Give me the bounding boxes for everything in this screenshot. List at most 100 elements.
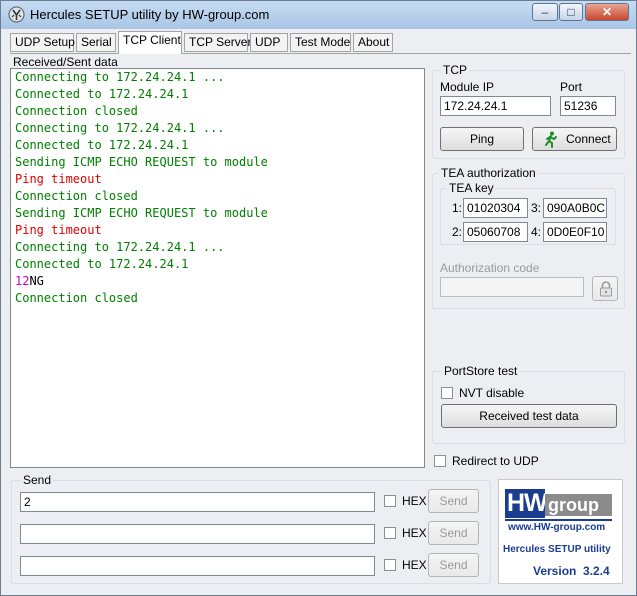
authorize-button[interactable] <box>592 276 618 301</box>
tab-tcp-client[interactable]: TCP Client <box>118 31 182 54</box>
log-line-text: 12 <box>15 274 30 288</box>
log-line: Connected to 172.24.24.1 <box>11 137 424 154</box>
log-line: Connection closed <box>11 188 424 205</box>
log-line-text: Connecting to 172.24.24.1 ... <box>15 240 225 254</box>
version-label: Version 3.2.4 <box>533 564 610 578</box>
module-ip-label: Module IP <box>440 80 495 94</box>
port-label: Port <box>560 80 583 94</box>
running-man-icon <box>545 131 557 148</box>
close-button[interactable]: ✕ <box>585 3 629 21</box>
log-line-text: Connected to 172.24.24.1 <box>15 138 189 152</box>
log-line: Connected to 172.24.24.1 <box>11 256 424 273</box>
tea-key-4-input[interactable]: 0D0E0F10 <box>543 222 607 242</box>
redirect-to-udp-checkbox[interactable] <box>434 455 446 467</box>
nvt-disable-checkbox[interactable] <box>441 387 453 399</box>
tab-test-mode[interactable]: Test Mode <box>290 33 351 52</box>
hex-checkbox-3[interactable] <box>384 559 396 571</box>
close-icon: ✕ <box>601 5 613 19</box>
tab-about[interactable]: About <box>353 33 393 52</box>
tab-panel-border <box>10 53 631 54</box>
tab-udp[interactable]: UDP <box>250 33 288 52</box>
app-window: Hercules SETUP utility by HW-group.com –… <box>0 0 637 596</box>
logo-hw-block: HW <box>505 489 548 518</box>
connect-label: Connect <box>566 132 611 146</box>
tab-serial[interactable]: Serial <box>76 33 116 52</box>
tea-key-2-input[interactable]: 05060708 <box>463 222 528 242</box>
tea-key-1-index: 1: <box>452 201 463 215</box>
log-line: Connecting to 172.24.24.1 ... <box>11 120 424 137</box>
padlock-icon <box>600 281 612 297</box>
connect-button[interactable]: Connect <box>532 127 617 151</box>
title-bar[interactable]: Hercules SETUP utility by HW-group.com –… <box>1 1 636 29</box>
log-line: Connecting to 172.24.24.1 ... <box>11 239 424 256</box>
tea-key-title: TEA key <box>447 181 496 195</box>
send-group-title: Send <box>21 473 54 487</box>
minimize-icon: – <box>541 5 549 19</box>
received-sent-log[interactable]: Connecting to 172.24.24.1 ... Connected t… <box>10 68 425 468</box>
logo-rule <box>505 519 612 521</box>
tea-group-title: TEA authorization <box>439 166 538 180</box>
log-line-text: Sending ICMP ECHO REQUEST to module <box>15 155 268 169</box>
log-line: Sending ICMP ECHO REQUEST to module <box>11 154 424 171</box>
tea-key-3-index: 3: <box>531 201 542 215</box>
send-button-3[interactable]: Send <box>428 553 479 577</box>
ping-button[interactable]: Ping <box>440 127 524 151</box>
send-input-1[interactable]: 2 <box>20 492 375 512</box>
log-line: Ping timeout <box>11 222 424 239</box>
log-line-text: Connected to 172.24.24.1 <box>15 257 189 271</box>
send-input-2[interactable] <box>20 524 375 544</box>
log-label: Received/Sent data <box>13 55 118 69</box>
tea-key-4-index: 4: <box>531 225 542 239</box>
log-lines: Connecting to 172.24.24.1 ... Connected t… <box>11 69 424 307</box>
log-line-text: Ping timeout <box>15 223 102 237</box>
log-line-text: Connecting to 172.24.24.1 ... <box>15 121 225 135</box>
log-line-text: Connection closed <box>15 104 138 118</box>
tcp-group-title: TCP <box>441 63 469 77</box>
hex-checkbox-2[interactable] <box>384 527 396 539</box>
hex-checkbox-1[interactable] <box>384 495 396 507</box>
logo-product-name: Hercules SETUP utility <box>503 544 611 555</box>
send-input-3[interactable] <box>20 556 375 576</box>
tab-udp-setup[interactable]: UDP Setup <box>10 33 75 52</box>
tab-tcp-server[interactable]: TCP Server <box>184 33 251 52</box>
logo-hw-text: HW <box>507 489 548 517</box>
log-line-text: Connected to 172.24.24.1 <box>15 87 189 101</box>
portstore-group-title: PortStore test <box>442 364 520 378</box>
hercules-app-icon <box>8 6 25 23</box>
maximize-icon: □ <box>567 5 575 19</box>
hex-label-1: HEX <box>402 494 427 508</box>
log-line: Connection closed <box>11 103 424 120</box>
log-line-text: Sending ICMP ECHO REQUEST to module <box>15 206 268 220</box>
log-line: Connection closed <box>11 290 424 307</box>
redirect-to-udp-label: Redirect to UDP <box>452 454 539 468</box>
hex-label-3: HEX <box>402 558 427 572</box>
authorization-code-label: Authorization code <box>440 261 540 275</box>
send-button-2[interactable]: Send <box>428 521 479 545</box>
log-line-suffix: NG <box>29 274 44 288</box>
tea-key-3-input[interactable]: 090A0B0C <box>543 198 607 218</box>
logo-group-block: group <box>545 494 612 516</box>
authorization-code-input[interactable] <box>440 277 584 297</box>
logo-url: www.HW-group.com <box>508 522 606 533</box>
log-line-text: Connection closed <box>15 189 138 203</box>
tea-key-2-index: 2: <box>452 225 463 239</box>
log-line: Sending ICMP ECHO REQUEST to module <box>11 205 424 222</box>
log-line: Connected to 172.24.24.1 <box>11 86 424 103</box>
hex-label-2: HEX <box>402 526 427 540</box>
minimize-button[interactable]: – <box>532 3 558 21</box>
window-title: Hercules SETUP utility by HW-group.com <box>30 7 270 22</box>
received-test-data-button[interactable]: Received test data <box>441 404 617 428</box>
tea-key-1-input[interactable]: 01020304 <box>463 198 528 218</box>
log-line: 12NG <box>11 273 424 290</box>
log-line-text: Ping timeout <box>15 172 102 186</box>
module-ip-input[interactable]: 172.24.24.1 <box>440 96 551 116</box>
logo-group-text: group <box>548 495 599 515</box>
log-line-text: Connecting to 172.24.24.1 ... <box>15 70 225 84</box>
hw-group-logo: HW group www.HW-group.com Hercules SETUP… <box>498 479 623 584</box>
send-button-1[interactable]: Send <box>428 489 479 513</box>
log-line: Connecting to 172.24.24.1 ... <box>11 69 424 86</box>
log-line: Ping timeout <box>11 171 424 188</box>
port-input[interactable]: 51236 <box>560 96 616 116</box>
nvt-disable-label: NVT disable <box>459 386 525 400</box>
maximize-button[interactable]: □ <box>559 3 583 21</box>
